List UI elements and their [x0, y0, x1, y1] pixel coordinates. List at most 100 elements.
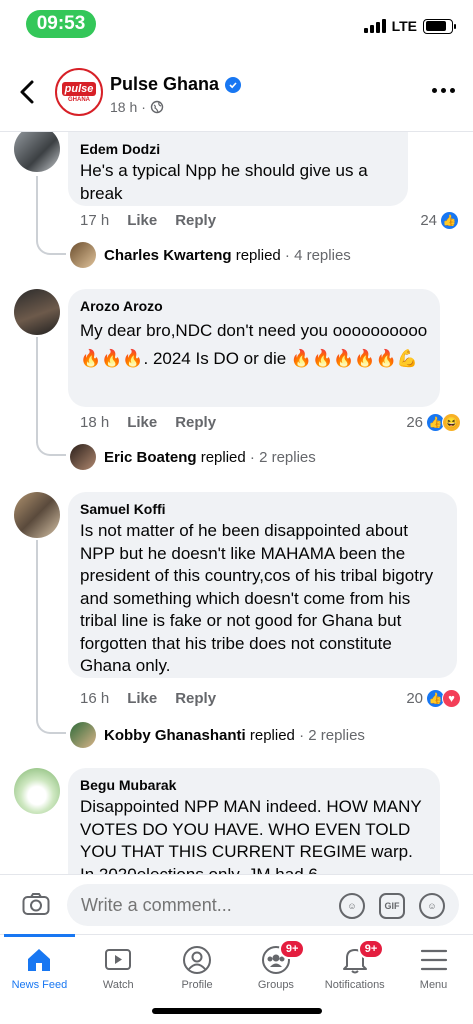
thread-connector: [36, 440, 66, 456]
back-arrow-icon[interactable]: [16, 78, 40, 106]
comment-text: Disappointed NPP MAN indeed. HOW MANY VO…: [80, 797, 422, 874]
replies-link[interactable]: Charles Kwarteng replied · 4 replies: [70, 242, 351, 268]
emoji-icon[interactable]: ☺: [419, 893, 445, 919]
nav-watch[interactable]: Watch: [79, 935, 158, 996]
haha-reaction-icon: 😆: [442, 413, 461, 432]
logo-text-top: pulse: [61, 81, 97, 96]
comment-bubble[interactable]: Samuel Koffi Is not matter of he been di…: [68, 492, 457, 678]
comment-bubble[interactable]: Begu Mubarak Disappointed NPP MAN indeed…: [68, 768, 440, 874]
comment-bubble[interactable]: Arozo Arozo My dear bro,NDC don't need y…: [68, 289, 440, 407]
reply-avatar: [70, 242, 96, 268]
nav-label: Groups: [257, 979, 294, 991]
replied-word: replied: [249, 726, 295, 744]
nav-label: Profile: [181, 979, 213, 991]
reaction-count: 26: [406, 414, 423, 431]
page-avatar[interactable]: pulse GHANA: [55, 68, 103, 116]
sticker-icon[interactable]: ☺: [339, 893, 365, 919]
comment-composer: ☺ GIF ☺: [0, 874, 473, 936]
comment-bubble[interactable]: Edem Dodzi He's a typical Npp he should …: [68, 132, 408, 206]
nav-menu[interactable]: Menu: [394, 935, 473, 996]
avatar[interactable]: [14, 492, 60, 538]
camera-icon[interactable]: [22, 892, 50, 916]
thread-connector: [36, 239, 66, 255]
reaction-summary[interactable]: 26 👍 😆: [406, 413, 461, 432]
replied-word: replied: [200, 448, 246, 466]
replies-link[interactable]: Kobby Ghanashanti replied · 2 replies: [70, 722, 365, 748]
groups-badge: 9+: [278, 939, 306, 959]
composer-icons: ☺ GIF ☺: [339, 893, 445, 919]
nav-label: News Feed: [11, 979, 68, 991]
reply-avatar: [70, 444, 96, 470]
thread-connector: [36, 718, 66, 734]
verified-badge-icon: [225, 76, 242, 93]
avatar[interactable]: [14, 289, 60, 335]
nav-groups[interactable]: 9+ Groups: [236, 935, 315, 996]
menu-icon: [419, 945, 449, 975]
post-time: 18 h: [110, 99, 138, 115]
comment-actions: 18 h Like Reply: [80, 414, 216, 431]
battery-icon: [423, 18, 456, 34]
nav-notifications[interactable]: 9+ Notifications: [315, 935, 394, 996]
comment-author[interactable]: Edem Dodzi: [80, 140, 396, 158]
comment-actions: 17 h Like Reply: [80, 212, 216, 229]
nav-profile[interactable]: Profile: [158, 935, 237, 996]
gif-icon[interactable]: GIF: [379, 893, 405, 919]
reply-avatar: [70, 722, 96, 748]
comment-author[interactable]: Arozo Arozo: [80, 297, 428, 315]
comment-text: Is not matter of he been disappointed ab…: [80, 521, 434, 675]
logo-text-bottom: GHANA: [68, 96, 90, 103]
love-reaction-icon: ♥: [442, 689, 461, 708]
reaction-summary[interactable]: 20 👍 ♥: [406, 689, 461, 708]
reply-button[interactable]: Reply: [175, 690, 216, 707]
reply-button[interactable]: Reply: [175, 212, 216, 229]
thread-line: [36, 337, 38, 443]
watch-icon: [103, 945, 133, 975]
signal-icon: [363, 19, 386, 33]
reply-count: · 2 replies: [299, 726, 365, 744]
globe-icon: [150, 100, 164, 114]
page-name[interactable]: Pulse Ghana: [110, 74, 242, 95]
thread-line: [36, 176, 38, 241]
notifications-badge: 9+: [357, 939, 385, 959]
bottom-nav: News Feed Watch Profile 9+ Groups 9+ Not…: [0, 934, 473, 996]
comment-author[interactable]: Samuel Koffi: [80, 500, 445, 518]
home-indicator: [152, 1008, 322, 1014]
groups-icon: 9+: [261, 939, 306, 975]
nav-news-feed[interactable]: News Feed: [0, 934, 79, 996]
like-button[interactable]: Like: [127, 690, 157, 707]
status-bar: 09:53 LTE: [0, 0, 473, 52]
page-name-text: Pulse Ghana: [110, 74, 220, 94]
thread-line: [36, 540, 38, 720]
replier-name: Eric Boateng: [104, 448, 197, 466]
replier-name: Charles Kwarteng: [104, 246, 232, 264]
like-button[interactable]: Like: [127, 212, 157, 229]
status-icons: LTE: [363, 18, 456, 34]
post-header: pulse GHANA Pulse Ghana 18 h ·: [0, 62, 473, 128]
replier-name: Kobby Ghanashanti: [104, 726, 246, 744]
home-icon: [24, 945, 54, 975]
avatar[interactable]: [14, 132, 60, 172]
nav-label: Watch: [102, 979, 134, 991]
avatar[interactable]: [14, 768, 60, 814]
replied-word: replied: [235, 246, 281, 264]
comment-time: 17 h: [80, 212, 110, 229]
bell-icon: 9+: [340, 939, 385, 975]
like-reaction-icon: 👍: [440, 211, 459, 230]
reply-count: · 2 replies: [249, 448, 316, 466]
reaction-summary[interactable]: 24 👍: [420, 211, 459, 230]
more-options-icon[interactable]: [432, 88, 455, 93]
reply-button[interactable]: Reply: [175, 414, 216, 431]
reaction-count: 20: [406, 690, 423, 707]
comment-text: He's a typical Npp he should give us a b…: [80, 161, 368, 203]
comment-author[interactable]: Begu Mubarak: [80, 776, 428, 794]
like-button[interactable]: Like: [127, 414, 157, 431]
comments-list[interactable]: Edem Dodzi He's a typical Npp he should …: [0, 132, 473, 874]
profile-icon: [182, 945, 212, 975]
replies-link[interactable]: Eric Boateng replied · 2 replies: [70, 444, 316, 470]
network-label: LTE: [391, 18, 417, 34]
reply-count: · 4 replies: [284, 246, 351, 264]
nav-label: Menu: [419, 979, 448, 991]
comment-time: 16 h: [80, 690, 110, 707]
status-time: 09:53: [26, 10, 96, 38]
comment-time: 18 h: [80, 414, 110, 431]
